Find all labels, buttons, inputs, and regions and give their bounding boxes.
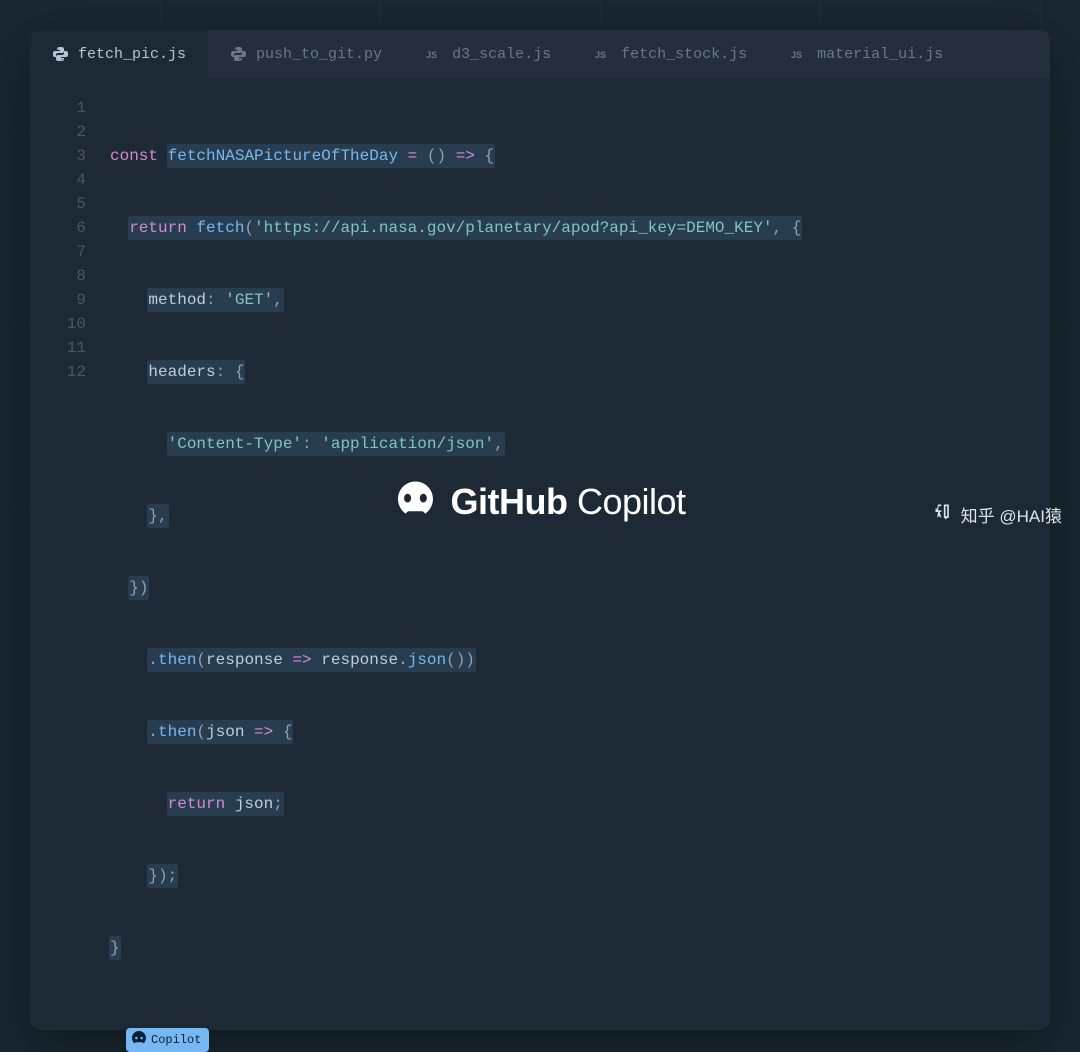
tab-label: material_ui.js xyxy=(817,46,943,63)
code-area[interactable]: 123456789101112 const fetchNASAPictureOf… xyxy=(30,78,1050,1030)
tab-d3_scale-js[interactable]: JS d3_scale.js xyxy=(404,30,573,78)
brand-text: GitHub Copilot xyxy=(450,481,685,523)
line-number: 3 xyxy=(30,144,86,168)
svg-text:JS: JS xyxy=(791,50,802,60)
tab-label: fetch_pic.js xyxy=(78,46,186,63)
tab-fetch_pic-js[interactable]: fetch_pic.js xyxy=(30,30,208,78)
string-url: 'https://api.nasa.gov/planetary/apod?api… xyxy=(254,219,772,237)
tab-label: fetch_stock.js xyxy=(621,46,747,63)
copilot-suggestion-badge[interactable]: Copilot xyxy=(126,1028,209,1052)
svg-text:JS: JS xyxy=(595,50,606,60)
tab-label: push_to_git.py xyxy=(256,46,382,63)
editor-window: fetch_pic.jspush_to_git.pyJSd3_scale.jsJ… xyxy=(30,30,1050,1030)
copilot-logo-icon xyxy=(394,478,436,525)
line-number: 4 xyxy=(30,168,86,192)
line-number-gutter: 123456789101112 xyxy=(30,96,110,1008)
js-icon: JS xyxy=(595,46,611,62)
zhihu-icon xyxy=(933,502,953,527)
line-number: 2 xyxy=(30,120,86,144)
line-number: 9 xyxy=(30,288,86,312)
code-content[interactable]: const fetchNASAPictureOfTheDay = () => {… xyxy=(110,96,1050,1008)
python-icon xyxy=(52,46,68,62)
tab-fetch_stock-js[interactable]: JS fetch_stock.js xyxy=(573,30,769,78)
line-number: 12 xyxy=(30,360,86,384)
keyword-return: return xyxy=(129,219,187,237)
line-number: 6 xyxy=(30,216,86,240)
svg-text:JS: JS xyxy=(426,50,437,60)
keyword-const: const xyxy=(110,144,158,168)
line-number: 10 xyxy=(30,312,86,336)
js-icon: JS xyxy=(426,46,442,62)
js-icon: JS xyxy=(791,46,807,62)
copilot-icon xyxy=(132,1031,146,1049)
watermark: 知乎 @HAI猿 xyxy=(933,502,1062,527)
line-number: 1 xyxy=(30,96,86,120)
watermark-text: 知乎 @HAI猿 xyxy=(961,502,1062,527)
line-number: 8 xyxy=(30,264,86,288)
tab-material_ui-js[interactable]: JS material_ui.js xyxy=(769,30,965,78)
tab-label: d3_scale.js xyxy=(452,46,551,63)
tab-bar: fetch_pic.jspush_to_git.pyJSd3_scale.jsJ… xyxy=(30,30,1050,78)
python-icon xyxy=(230,46,246,62)
line-number: 11 xyxy=(30,336,86,360)
function-name: fetchNASAPictureOfTheDay xyxy=(168,147,398,165)
line-number: 5 xyxy=(30,192,86,216)
line-number: 7 xyxy=(30,240,86,264)
copilot-badge-label: Copilot xyxy=(151,1033,201,1047)
tab-push_to_git-py[interactable]: push_to_git.py xyxy=(208,30,404,78)
github-copilot-logo: GitHub Copilot xyxy=(394,478,685,525)
